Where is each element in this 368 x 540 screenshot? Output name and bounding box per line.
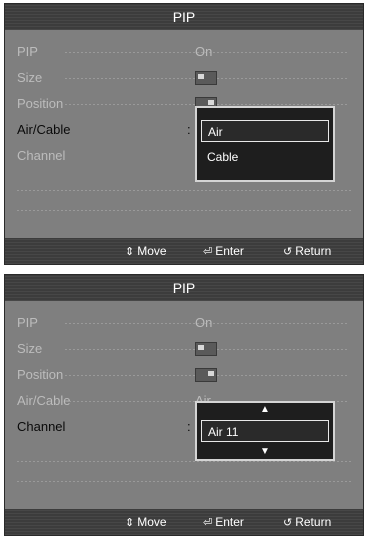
menu-item-value: On [195,44,213,59]
size-icon [195,342,217,356]
menu-item-label: Size [17,341,43,356]
air-cable-dropdown[interactable]: Air Cable [195,106,335,182]
menu-item-size[interactable]: Size [17,337,357,361]
move-label: Move [137,244,167,258]
channel-selector[interactable]: ▲ Air 11 ▼ [195,401,335,461]
menu-item-pip[interactable]: PIP On [17,40,357,64]
move-hint: ⇕ Move [125,509,167,536]
enter-hint: ⏎ Enter [203,509,244,536]
return-label: Return [295,515,332,529]
pip-menu-screen-2: PIP PIP On Size Position Air/Cable Air C… [4,274,364,536]
value-separator: : [187,419,191,434]
menu-item-label: Size [17,70,43,85]
enter-icon: ⏎ [203,246,213,258]
menu-item-size[interactable]: Size [17,66,357,90]
return-hint: ↺ Return [283,509,331,536]
move-icon: ⇕ [125,517,135,529]
value-separator: : [187,122,191,137]
dropdown-option-air[interactable]: Air [201,120,329,142]
footer-hints: ⇕ Move ⏎ Enter ↺ Return [5,238,363,264]
return-label: Return [295,244,332,258]
divider [17,461,351,462]
chevron-down-icon[interactable]: ▼ [197,447,333,457]
channel-option[interactable]: Air 11 [201,420,329,442]
menu-item-label: Channel [17,419,66,434]
menu-item-label: Air/Cable [17,122,71,137]
pip-menu-screen-1: PIP PIP On Size Position Air/Cable : Cha… [4,3,364,265]
menu-item-label: Channel [17,148,66,163]
move-icon: ⇕ [125,246,135,258]
chevron-up-icon[interactable]: ▲ [197,405,333,415]
enter-label: Enter [215,515,244,529]
menu-item-label: Air/Cable [17,393,71,408]
menu-title: PIP [5,4,363,30]
menu-item-pip[interactable]: PIP On [17,311,357,335]
divider [17,190,351,191]
menu-item-label: Position [17,367,64,382]
menu-item-label: Position [17,96,64,111]
enter-label: Enter [215,244,244,258]
menu-item-label: PIP [17,44,38,59]
menu-item-value: On [195,315,213,330]
return-hint: ↺ Return [283,238,331,265]
return-icon: ↺ [283,246,293,258]
divider [17,481,351,482]
position-icon [195,368,217,382]
move-hint: ⇕ Move [125,238,167,265]
menu-title: PIP [5,275,363,301]
move-label: Move [137,515,167,529]
footer-hints: ⇕ Move ⏎ Enter ↺ Return [5,509,363,535]
menu-item-label: PIP [17,315,38,330]
size-icon [195,71,217,85]
divider [17,210,351,211]
return-icon: ↺ [283,517,293,529]
menu-item-position[interactable]: Position [17,363,357,387]
enter-icon: ⏎ [203,517,213,529]
dropdown-option-cable[interactable]: Cable [201,146,329,168]
enter-hint: ⏎ Enter [203,238,244,265]
